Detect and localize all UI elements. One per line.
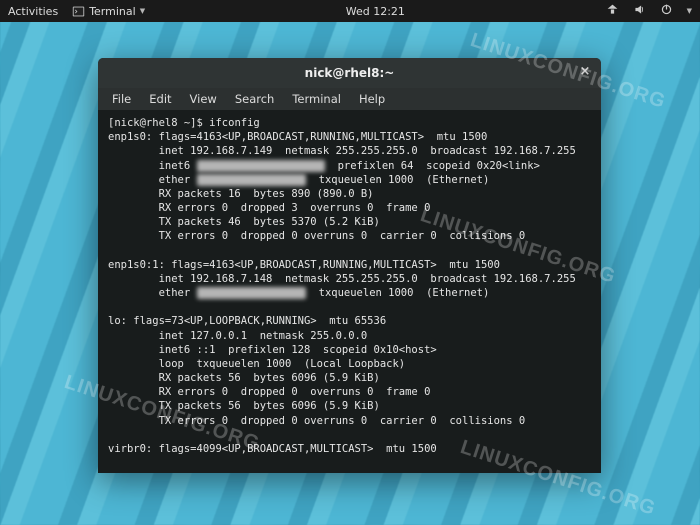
volume-icon[interactable] xyxy=(633,3,646,19)
output-line: txqueuelen 1000 (Ethernet) xyxy=(306,287,489,299)
output-line: RX packets 56 bytes 6096 (5.9 KiB) xyxy=(108,372,380,384)
menu-terminal[interactable]: Terminal xyxy=(284,90,349,108)
output-line: ether xyxy=(108,287,197,299)
output-line: TX errors 0 dropped 0 overruns 0 carrier… xyxy=(108,415,525,427)
menu-file[interactable]: File xyxy=(104,90,139,108)
activities-button[interactable]: Activities xyxy=(8,5,58,18)
power-icon[interactable] xyxy=(660,3,673,19)
output-line: loop txqueuelen 1000 (Local Loopback) xyxy=(108,358,405,370)
output-line: TX packets 46 bytes 5370 (5.2 KiB) xyxy=(108,216,380,228)
shell-prompt: [nick@rhel8 ~]$ xyxy=(108,117,209,129)
output-line: enp1s0: flags=4163<UP,BROADCAST,RUNNING,… xyxy=(108,131,487,143)
output-line: RX packets 16 bytes 890 (890.0 B) xyxy=(108,188,374,200)
output-line: txqueuelen 1000 (Ethernet) xyxy=(306,174,489,186)
output-line: ether xyxy=(108,174,197,186)
menu-edit[interactable]: Edit xyxy=(141,90,179,108)
output-line: RX errors 0 dropped 3 overruns 0 frame 0 xyxy=(108,202,430,214)
terminal-viewport[interactable]: [nick@rhel8 ~]$ ifconfig enp1s0: flags=4… xyxy=(98,110,601,473)
output-line: TX packets 56 bytes 6096 (5.9 KiB) xyxy=(108,400,380,412)
terminal-window: nick@rhel8:~ × File Edit View Search Ter… xyxy=(98,58,601,473)
window-title: nick@rhel8:~ xyxy=(305,66,395,80)
output-line: TX errors 0 dropped 0 overruns 0 carrier… xyxy=(108,230,525,242)
close-button[interactable]: × xyxy=(577,65,593,81)
output-line: enp1s0:1: flags=4163<UP,BROADCAST,RUNNIN… xyxy=(108,259,500,271)
output-line: inet 192.168.7.148 netmask 255.255.255.0… xyxy=(108,273,576,285)
command-text: ifconfig xyxy=(209,117,260,129)
system-menu-chevron-icon[interactable]: ▼ xyxy=(687,7,692,15)
app-menu-label: Terminal xyxy=(89,5,136,18)
chevron-down-icon: ▼ xyxy=(140,7,145,15)
redacted-mac: xx:xx:xx:xx:xx:xx xyxy=(197,287,306,299)
clock[interactable]: Wed 12:21 xyxy=(346,5,405,18)
redacted-ipv6: fe80::xxxx:xxxx:xxxx xyxy=(197,160,325,172)
output-line: inet 127.0.0.1 netmask 255.0.0.0 xyxy=(108,330,367,342)
window-titlebar[interactable]: nick@rhel8:~ × xyxy=(98,58,601,88)
menu-search[interactable]: Search xyxy=(227,90,283,108)
output-line: inet6 ::1 prefixlen 128 scopeid 0x10<hos… xyxy=(108,344,437,356)
output-line: prefixlen 64 scopeid 0x20<link> xyxy=(325,160,540,172)
menu-view[interactable]: View xyxy=(182,90,225,108)
network-icon[interactable] xyxy=(606,3,619,19)
menubar: File Edit View Search Terminal Help xyxy=(98,88,601,110)
close-icon: × xyxy=(580,64,591,79)
output-line: lo: flags=73<UP,LOOPBACK,RUNNING> mtu 65… xyxy=(108,315,386,327)
redacted-mac: xx:xx:xx:xx:xx:xx xyxy=(197,174,306,186)
output-line: virbr0: flags=4099<UP,BROADCAST,MULTICAS… xyxy=(108,443,437,455)
terminal-icon xyxy=(72,5,85,18)
gnome-topbar: Activities Terminal ▼ Wed 12:21 ▼ xyxy=(0,0,700,22)
output-line: RX errors 0 dropped 0 overruns 0 frame 0 xyxy=(108,386,430,398)
app-menu[interactable]: Terminal ▼ xyxy=(72,5,145,18)
output-line: inet 192.168.7.149 netmask 255.255.255.0… xyxy=(108,145,576,157)
menu-help[interactable]: Help xyxy=(351,90,393,108)
output-line: inet6 xyxy=(108,160,197,172)
